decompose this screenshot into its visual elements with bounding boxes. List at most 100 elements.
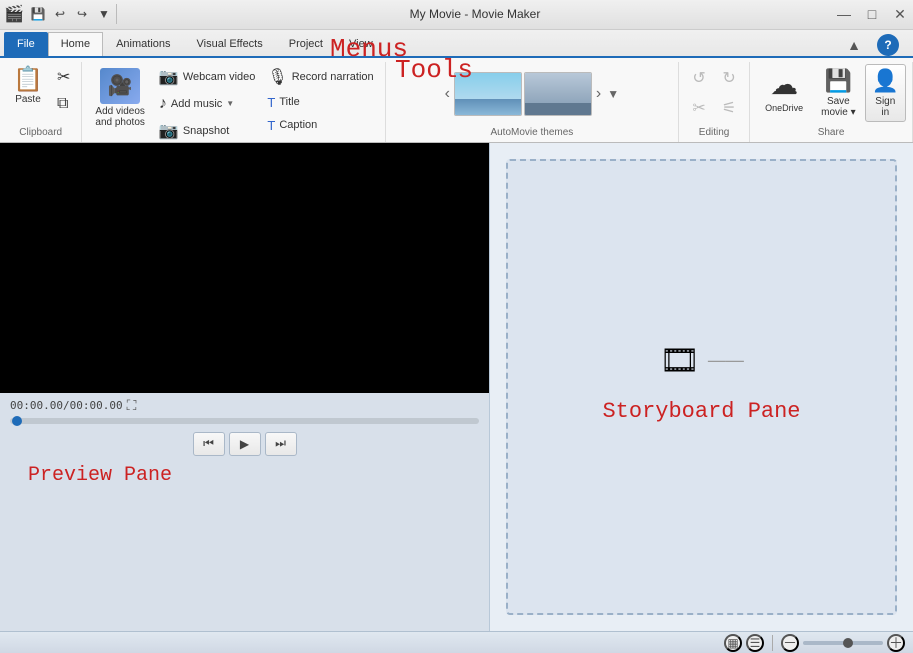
main-area: Preview Pane 00:00.00/00:00.00 ⛶ ⏮ ▶ ⏭: [0, 143, 913, 653]
share-items: ☁ OneDrive 💾 Save movie ▾ 👤 Sign in: [756, 64, 906, 125]
maximize-button[interactable]: □: [859, 4, 885, 24]
record-narration-button[interactable]: 🎙 Record narration: [262, 64, 378, 90]
ribbon-group-clipboard: 📋 Paste ✂ ⧉ Clipboard: [0, 62, 82, 142]
main-content: Preview Pane 00:00.00/00:00.00 ⛶ ⏮ ▶ ⏭: [0, 143, 913, 631]
ribbon-tabs-right: ▲ ?: [841, 34, 913, 56]
webcam-button[interactable]: 📷 Webcam video: [154, 64, 260, 90]
rotate-left-button[interactable]: ↺: [685, 64, 713, 92]
tab-project[interactable]: Project: [276, 32, 336, 56]
caption-icon: T: [267, 118, 275, 133]
save-button[interactable]: 💾: [28, 4, 48, 24]
status-bar: ▦ ☰ － ＋: [0, 631, 913, 653]
automovie-label: AutoMovie themes: [490, 125, 573, 140]
close-button[interactable]: ✕: [887, 4, 913, 24]
clipboard-column: ✂ ⧉: [52, 64, 75, 116]
next-frame-button[interactable]: ⏭: [265, 432, 297, 456]
zoom-out-button[interactable]: －: [781, 634, 799, 652]
trim-button[interactable]: ✂: [685, 94, 713, 122]
preview-time-display: 00:00.00/00:00.00: [10, 399, 123, 412]
status-divider: [772, 635, 773, 651]
ribbon: File Home Animations Visual Effects Proj…: [0, 30, 913, 143]
theme-image-2: [525, 73, 591, 115]
minimize-button[interactable]: —: [831, 4, 857, 24]
preview-pane-annotation: Preview Pane: [8, 456, 192, 495]
undo-button[interactable]: ↩: [50, 4, 70, 24]
tab-home[interactable]: Home: [48, 32, 103, 56]
preview-controls: Preview Pane 00:00.00/00:00.00 ⛶ ⏮ ▶ ⏭: [0, 393, 489, 464]
webcam-icon: 📷: [159, 67, 179, 87]
preview-video: [0, 143, 489, 393]
ribbon-tabs: File Home Animations Visual Effects Proj…: [0, 30, 913, 56]
rewind-button[interactable]: ⏮: [193, 432, 225, 456]
title-bar: 🎬 💾 ↩ ↪ ▼ My Movie - Movie Maker — □ ✕: [0, 0, 913, 30]
editing-items: ↺ ↻ ✂ ⚟: [685, 64, 743, 125]
theme-water-2: [525, 103, 591, 116]
tab-animations[interactable]: Animations: [103, 32, 183, 56]
theme-prev-button[interactable]: ‹: [443, 83, 452, 105]
add-column1: 📷 Webcam video ♪ Add music ▼ 📷 Snapshot: [154, 64, 260, 144]
editing-buttons: ↺ ↻ ✂ ⚟: [685, 64, 743, 122]
title-button[interactable]: T Title: [262, 92, 378, 113]
app-window: 🎬 💾 ↩ ↪ ▼ My Movie - Movie Maker — □ ✕ F…: [0, 0, 913, 653]
add-music-button[interactable]: ♪ Add music ▼: [154, 92, 260, 116]
quick-access-dropdown[interactable]: ▼: [94, 4, 114, 24]
cloud-icon: ☁: [770, 68, 798, 101]
redo-button[interactable]: ↪: [72, 4, 92, 24]
tab-visual-effects[interactable]: Visual Effects: [184, 32, 276, 56]
preview-scrubber[interactable]: [10, 418, 479, 424]
zoom-slider-thumb: [843, 638, 853, 648]
ribbon-group-share: ☁ OneDrive 💾 Save movie ▾ 👤 Sign in Shar…: [750, 62, 913, 142]
ribbon-content: 📋 Paste ✂ ⧉ Clipboard: [0, 56, 913, 142]
add-videos-icon: 🎥: [100, 68, 140, 104]
caption-button[interactable]: T Caption: [262, 115, 378, 136]
quick-access-toolbar: 💾 ↩ ↪ ▼: [28, 4, 114, 24]
theme-thumb-1[interactable]: [454, 72, 522, 116]
snapshot-icon: 📷: [159, 121, 179, 141]
storyboard-view-button[interactable]: ▦: [724, 634, 742, 652]
save-movie-icon: 💾: [825, 68, 852, 94]
clipboard-label: Clipboard: [19, 125, 62, 140]
theme-image-1: [455, 73, 521, 115]
window-title: My Movie - Movie Maker: [119, 7, 831, 21]
help-button[interactable]: ?: [877, 34, 899, 56]
copy-button[interactable]: ⧉: [52, 92, 75, 116]
onedrive-button[interactable]: ☁ OneDrive: [756, 64, 812, 117]
ribbon-collapse-button[interactable]: ▲: [841, 35, 867, 55]
sign-in-button[interactable]: 👤 Sign in: [865, 64, 906, 122]
film-strip-icon: 🎞: [659, 341, 700, 379]
play-button[interactable]: ▶: [229, 432, 261, 456]
music-icon: ♪: [159, 95, 167, 113]
automovie-items: ‹ › ▼: [443, 64, 622, 125]
storyboard-pane-annotation: Storyboard Pane: [594, 391, 808, 432]
zoom-in-button[interactable]: ＋: [887, 634, 905, 652]
editing-label: Editing: [699, 125, 730, 140]
window-controls: — □ ✕: [831, 4, 913, 24]
dash-line: ——: [708, 350, 744, 371]
copy-icon: ⧉: [57, 95, 68, 113]
zoom-slider[interactable]: [803, 641, 883, 645]
theme-next-button[interactable]: ›: [594, 83, 603, 105]
preview-pane: Preview Pane 00:00.00/00:00.00 ⛶ ⏮ ▶ ⏭: [0, 143, 490, 631]
ribbon-group-automovie: ‹ › ▼: [386, 62, 679, 142]
fullscreen-button[interactable]: ⛶: [127, 397, 137, 414]
paste-button[interactable]: 📋 Paste: [6, 64, 50, 109]
tab-file[interactable]: File: [4, 32, 48, 56]
clipboard-items: 📋 Paste ✂ ⧉: [6, 64, 75, 125]
add-videos-button[interactable]: 🎥 Add videos and photos: [88, 64, 152, 132]
rotate-right-button[interactable]: ↻: [715, 64, 743, 92]
preview-time-row: Preview Pane 00:00.00/00:00.00 ⛶: [10, 397, 479, 414]
scrubber-thumb: [12, 416, 22, 426]
theme-water-1: [455, 99, 521, 116]
timeline-view-button[interactable]: ☰: [746, 634, 764, 652]
tab-view[interactable]: View: [336, 32, 386, 56]
sign-in-icon: 👤: [872, 68, 899, 94]
storyboard-pane: 🎞 —— Storyboard Pane: [506, 159, 897, 615]
theme-scroll-nav[interactable]: ▼: [605, 85, 621, 103]
theme-thumb-2[interactable]: [524, 72, 592, 116]
snapshot-button[interactable]: 📷 Snapshot: [154, 118, 260, 144]
narration-icon: 🎙: [267, 67, 287, 87]
cut-button[interactable]: ✂: [52, 64, 75, 90]
save-movie-button[interactable]: 💾 Save movie ▾: [814, 64, 862, 122]
divider: [116, 4, 117, 24]
split-button[interactable]: ⚟: [715, 94, 743, 122]
